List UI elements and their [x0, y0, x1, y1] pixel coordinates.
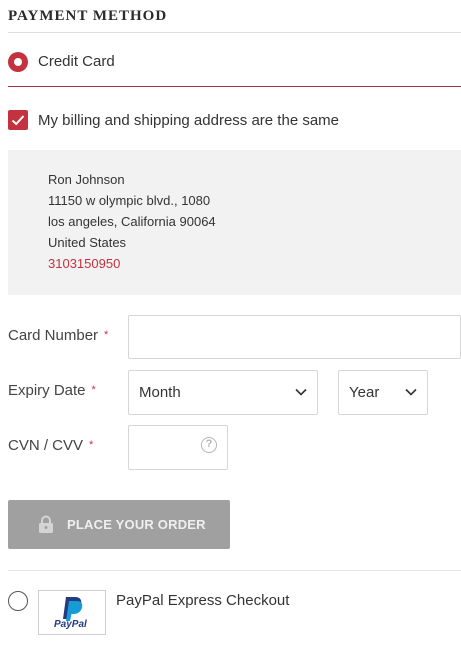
card-number-label: Card Number * [8, 327, 108, 344]
divider [8, 32, 461, 33]
place-order-button[interactable]: PLACE YOUR ORDER [8, 500, 230, 549]
divider-accent [8, 86, 461, 87]
paypal-logo[interactable]: PayPal [38, 590, 106, 635]
same-address-checkbox[interactable] [8, 110, 28, 130]
address-street: 11150 w olympic blvd., 1080 [48, 193, 211, 208]
chevron-down-icon [405, 388, 417, 396]
checkmark-icon [11, 115, 25, 126]
cvv-input[interactable]: ? [128, 425, 228, 470]
credit-card-radio[interactable] [8, 52, 28, 72]
required-mark: * [91, 384, 96, 396]
divider [8, 570, 461, 571]
paypal-label[interactable]: PayPal Express Checkout [116, 592, 289, 609]
lock-icon [39, 515, 53, 533]
paypal-radio[interactable] [8, 591, 28, 611]
address-city: los angeles, California 90064 [48, 214, 216, 229]
card-number-label-text: Card Number [8, 327, 99, 344]
help-icon[interactable]: ? [201, 437, 217, 453]
section-title: PAYMENT METHOD [8, 8, 168, 24]
billing-address-block: Ron Johnson 11150 w olympic blvd., 1080 … [8, 150, 461, 295]
expiry-year-select[interactable]: Year [338, 370, 428, 415]
expiry-month-value: Month [139, 384, 181, 401]
expiry-date-label-text: Expiry Date [8, 382, 86, 399]
card-number-input[interactable] [128, 315, 461, 359]
required-mark: * [104, 329, 109, 341]
chevron-down-icon [295, 388, 307, 396]
paypal-logo-text: PayPal [54, 619, 87, 630]
address-country: United States [48, 235, 127, 250]
cvv-label-text: CVN / CVV [8, 437, 84, 454]
place-order-label: PLACE YOUR ORDER [67, 517, 206, 532]
required-mark: * [89, 439, 94, 451]
expiry-date-label: Expiry Date * [8, 382, 96, 399]
cvv-label: CVN / CVV * [8, 437, 93, 454]
address-phone: 3103150950 [48, 256, 121, 271]
expiry-month-select[interactable]: Month [128, 370, 318, 415]
expiry-year-value: Year [349, 384, 380, 401]
credit-card-label[interactable]: Credit Card [38, 53, 115, 70]
same-address-label[interactable]: My billing and shipping address are the … [38, 112, 339, 129]
address-name: Ron Johnson [48, 172, 125, 187]
